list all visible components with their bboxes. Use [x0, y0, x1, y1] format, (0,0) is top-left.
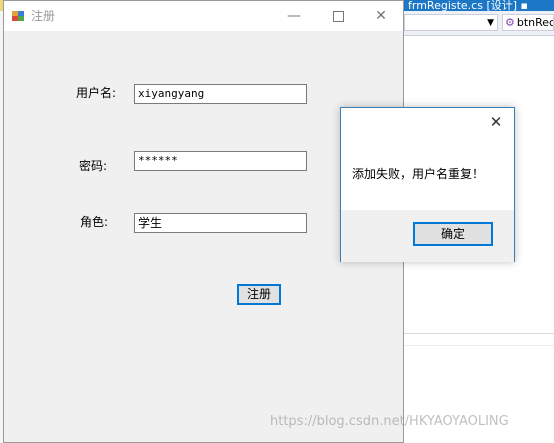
- ide-toolbar: ▼ ⚙ btnRec: [404, 11, 554, 36]
- password-label: 密码:: [79, 159, 108, 173]
- password-input[interactable]: ******: [134, 151, 307, 171]
- message-box-footer: 确定: [341, 210, 514, 262]
- minimize-button[interactable]: —: [272, 1, 316, 31]
- ide-document-tab[interactable]: frmRegiste.cs [设计] ▪: [404, 0, 554, 11]
- ok-button[interactable]: 确定: [413, 222, 493, 246]
- role-label: 角色:: [80, 215, 109, 229]
- window-title: 注册: [31, 9, 56, 23]
- method-icon: ⚙: [505, 16, 515, 29]
- username-input[interactable]: xiyangyang: [134, 84, 307, 104]
- ide-divider: [404, 333, 554, 334]
- window-title-bar[interactable]: 注册 — ✕: [4, 1, 403, 31]
- message-text: 添加失败，用户名重复！: [352, 167, 485, 181]
- ide-divider: [404, 345, 554, 346]
- close-icon[interactable]: ✕: [486, 112, 506, 132]
- ide-member-label: btnRec: [516, 16, 554, 29]
- register-button[interactable]: 注册: [237, 284, 281, 305]
- close-button[interactable]: ✕: [359, 1, 403, 31]
- maximize-icon: [332, 10, 344, 22]
- role-input[interactable]: 学生: [134, 213, 307, 233]
- app-icon: [11, 9, 25, 23]
- maximize-button[interactable]: [316, 1, 360, 31]
- chevron-down-icon: ▼: [487, 18, 494, 28]
- ide-tab-label: frmRegiste.cs [设计]: [408, 0, 518, 11]
- username-label: 用户名:: [76, 86, 117, 100]
- ide-member-dropdown[interactable]: ⚙ btnRec: [502, 14, 554, 31]
- message-box: ✕ 添加失败，用户名重复！ 确定: [340, 107, 515, 262]
- pin-icon[interactable]: ▪: [521, 0, 528, 11]
- watermark: https://blog.csdn.net/HKYAOYAOLING: [270, 414, 509, 429]
- ide-class-dropdown[interactable]: ▼: [404, 14, 498, 31]
